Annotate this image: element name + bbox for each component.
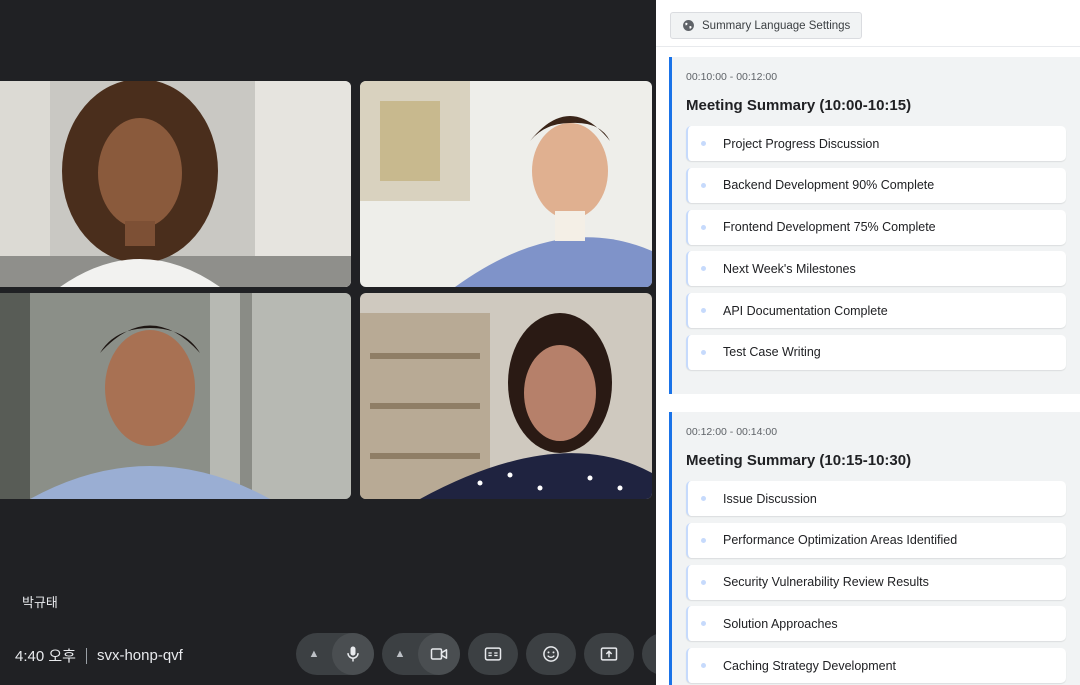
participant-tile-3[interactable] — [0, 293, 351, 499]
summary-item: Caching Strategy Development — [686, 648, 1066, 684]
summary-item-text: API Documentation Complete — [723, 303, 888, 318]
summary-item: Solution Approaches — [686, 606, 1066, 642]
summary-item: Security Vulnerability Review Results — [686, 564, 1066, 600]
summary-item: Test Case Writing — [686, 334, 1066, 370]
bullet-icon — [701, 621, 706, 627]
summary-section-1: 00:10:00 - 00:12:00 Meeting Summary (10:… — [669, 57, 1080, 394]
captions-icon — [484, 647, 502, 661]
participant-tile-1[interactable] — [0, 81, 351, 287]
participant-video-4 — [360, 293, 652, 499]
summary-language-settings-button[interactable]: Summary Language Settings — [670, 12, 863, 39]
summary-item-text: Issue Discussion — [723, 491, 817, 506]
bullet-icon — [701, 537, 706, 543]
camera-options-button[interactable]: ▲ — [382, 633, 418, 675]
present-button[interactable] — [584, 633, 634, 675]
summary-item: Issue Discussion — [686, 481, 1066, 516]
participant-tile-4[interactable] — [360, 293, 652, 499]
summary-item-text: Solution Approaches — [723, 616, 838, 631]
meta-divider — [85, 647, 87, 664]
meeting-code: svx-honp-qvf — [96, 647, 183, 664]
mic-options-button[interactable]: ▲ — [296, 633, 332, 675]
section-time-range: 00:12:00 - 00:14:00 — [686, 426, 778, 438]
mic-button[interactable] — [332, 633, 374, 675]
bullet-icon — [701, 308, 706, 314]
video-stage: 박규태 4:40 오후 svx-honp-qvf ▲ ▲ — [0, 0, 656, 685]
bullet-icon — [701, 266, 706, 272]
meeting-meta: 4:40 오후 svx-honp-qvf — [15, 645, 183, 666]
summary-item-text: Test Case Writing — [723, 345, 821, 360]
summary-item-text: Frontend Development 75% Complete — [723, 220, 936, 235]
summary-item-text: Next Week's Milestones — [723, 261, 856, 276]
bullet-icon — [701, 224, 706, 230]
participant-video-2 — [360, 81, 652, 287]
summary-item: Next Week's Milestones — [686, 251, 1066, 287]
self-name-label: 박규태 — [22, 595, 58, 610]
camera-button[interactable] — [418, 633, 460, 675]
globe-icon — [683, 20, 694, 31]
participant-tile-2[interactable] — [360, 81, 652, 287]
emoji-icon — [543, 646, 559, 662]
summary-item: Backend Development 90% Complete — [686, 167, 1066, 203]
panel-header: Summary Language Settings — [656, 0, 1080, 47]
bullet-icon — [701, 182, 706, 188]
summary-item: Project Progress Discussion — [686, 126, 1066, 161]
current-time: 4:40 오후 — [15, 648, 76, 665]
summary-panel: Summary Language Settings 00:10:00 - 00:… — [656, 0, 1080, 685]
mic-icon — [347, 646, 359, 662]
summary-item-text: Backend Development 90% Complete — [723, 178, 935, 193]
chevron-up-icon: ▲ — [394, 648, 406, 660]
section-title: Meeting Summary (10:15-10:30) — [686, 452, 912, 469]
participant-video-3 — [0, 293, 351, 499]
bullet-icon — [701, 496, 706, 501]
summary-language-settings-label: Summary Language Settings — [702, 19, 851, 32]
summary-item: Performance Optimization Areas Identifie… — [686, 522, 1066, 558]
participant-video-1 — [0, 81, 351, 287]
camera-control-group: ▲ — [382, 633, 460, 675]
summary-item-text: Project Progress Discussion — [723, 136, 880, 151]
summary-item: Frontend Development 75% Complete — [686, 209, 1066, 245]
summary-item-text: Performance Optimization Areas Identifie… — [723, 533, 958, 548]
summary-item: API Documentation Complete — [686, 293, 1066, 329]
summary-item-text: Security Vulnerability Review Results — [723, 575, 929, 590]
reactions-button[interactable] — [526, 633, 576, 675]
camera-icon — [430, 648, 448, 660]
summary-section-2: 00:12:00 - 00:14:00 Meeting Summary (10:… — [669, 412, 1080, 685]
bullet-icon — [701, 349, 706, 355]
present-icon — [600, 647, 618, 661]
chevron-up-icon: ▲ — [308, 648, 320, 660]
mic-control-group: ▲ — [296, 633, 374, 675]
section-time-range: 00:10:00 - 00:12:00 — [686, 71, 778, 83]
bullet-icon — [701, 579, 706, 585]
call-controls: ▲ ▲ — [296, 633, 656, 675]
captions-button[interactable] — [468, 633, 518, 675]
more-controls-button[interactable] — [642, 633, 656, 675]
bullet-icon — [701, 141, 706, 146]
section-title: Meeting Summary (10:00-10:15) — [686, 97, 912, 114]
bullet-icon — [701, 663, 706, 669]
summary-item-text: Caching Strategy Development — [723, 658, 897, 673]
